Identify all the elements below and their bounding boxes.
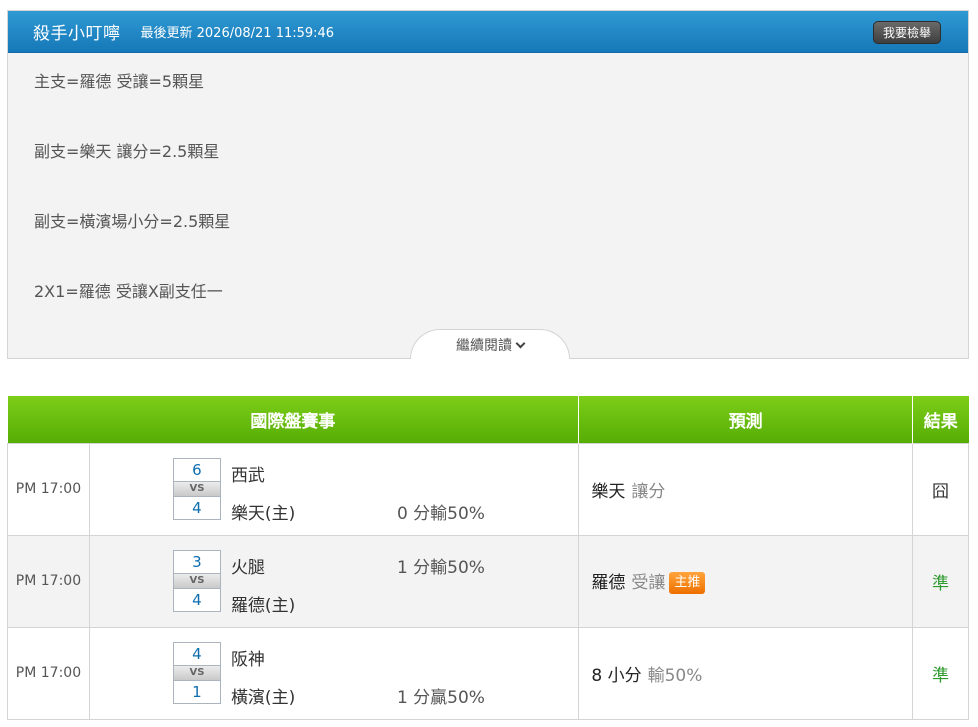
prediction-cell: 羅德 受讓 主推 xyxy=(578,534,914,628)
match-cell: 6 VS 4 西武 樂天(主) 0 分輸50% xyxy=(88,442,580,536)
handicap-line: 0 分輸50% xyxy=(396,503,485,524)
vs-label: VS xyxy=(172,481,221,496)
prediction-type: 受讓 xyxy=(631,573,666,593)
scoreboard: 6 VS 4 xyxy=(172,457,221,520)
score-away: 4 xyxy=(172,641,221,666)
team-away: 西武 xyxy=(230,465,265,486)
match-time: PM 17:00 xyxy=(7,534,90,628)
table-row: PM 17:00 6 VS 4 西武 樂天(主) 0 分輸50% 樂天 讓分 囧 xyxy=(7,442,969,536)
tips-title: 殺手小叮嚀 xyxy=(33,24,121,44)
team-home: 羅德(主) xyxy=(230,595,296,616)
prediction-cell: 樂天 讓分 xyxy=(578,442,914,536)
result-cell: 囧 xyxy=(912,442,969,536)
team-home: 樂天(主) xyxy=(230,503,296,524)
score-home: 1 xyxy=(172,679,221,704)
scoreboard: 3 VS 4 xyxy=(172,549,221,612)
table-header-row: 國際盤賽事 預測 結果 xyxy=(7,396,969,443)
team-away: 火腿 xyxy=(230,557,265,578)
tips-body: 主支=羅德 受讓=5顆星 副支=樂天 讓分=2.5顆星 副支=橫濱場小分=2.5… xyxy=(8,53,968,350)
prediction-pick: 8 小分 xyxy=(591,665,642,686)
handicap-line: 1 分贏50% xyxy=(396,687,485,708)
col-header-match: 國際盤賽事 xyxy=(7,396,580,443)
tips-header: 殺手小叮嚀 最後更新 2026/08/21 11:59:46 我要檢舉 xyxy=(8,11,968,53)
table-row: PM 17:00 4 VS 1 阪神 橫濱(主) 1 分贏50% 8 小分 輸50… xyxy=(7,626,969,720)
vs-label: VS xyxy=(172,573,221,588)
top-pick-badge: 主推 xyxy=(669,572,706,594)
prediction-type: 輸50% xyxy=(647,665,703,686)
tips-card: 殺手小叮嚀 最後更新 2026/08/21 11:59:46 我要檢舉 主支=羅… xyxy=(7,10,969,359)
match-time: PM 17:00 xyxy=(7,442,90,536)
score-home: 4 xyxy=(172,587,221,612)
last-updated: 最後更新 2026/08/21 11:59:46 xyxy=(140,26,335,41)
team-away: 阪神 xyxy=(230,649,265,670)
report-button[interactable]: 我要檢舉 xyxy=(872,21,941,44)
chevron-down-icon xyxy=(515,338,526,349)
match-cell: 3 VS 4 火腿 羅德(主) 1 分輸50% xyxy=(88,534,580,628)
col-header-predict: 預測 xyxy=(578,396,914,443)
score-away: 6 xyxy=(172,457,221,482)
scoreboard: 4 VS 1 xyxy=(172,641,221,704)
pick-line: 副支=橫濱場小分=2.5顆星 xyxy=(34,212,231,231)
prediction-pick: 樂天 xyxy=(591,481,626,502)
match-time: PM 17:00 xyxy=(7,626,90,720)
prediction-cell: 8 小分 輸50% xyxy=(578,626,914,720)
score-home: 4 xyxy=(172,495,221,520)
match-table: 國際盤賽事 預測 結果 PM 17:00 6 VS 4 西武 樂天(主) 0 分… xyxy=(7,396,969,720)
vs-label: VS xyxy=(172,665,221,680)
prediction-type: 讓分 xyxy=(631,481,666,502)
result-cell: 準 xyxy=(912,626,969,720)
col-header-result: 結果 xyxy=(912,396,969,443)
handicap-line: 1 分輸50% xyxy=(396,557,485,578)
team-home: 橫濱(主) xyxy=(230,687,296,708)
read-more-label: 繼續閱讀 xyxy=(456,338,512,354)
score-away: 3 xyxy=(172,549,221,574)
pick-line: 副支=樂天 讓分=2.5顆星 xyxy=(34,142,220,161)
read-more-button[interactable]: 繼續閱讀 xyxy=(410,329,570,359)
pick-line: 主支=羅德 受讓=5顆星 xyxy=(34,72,205,91)
prediction-pick: 羅德 xyxy=(591,573,626,593)
result-cell: 準 xyxy=(912,534,969,628)
match-cell: 4 VS 1 阪神 橫濱(主) 1 分贏50% xyxy=(88,626,580,720)
table-row: PM 17:00 3 VS 4 火腿 羅德(主) 1 分輸50% 羅德 受讓 主推 … xyxy=(7,534,969,628)
